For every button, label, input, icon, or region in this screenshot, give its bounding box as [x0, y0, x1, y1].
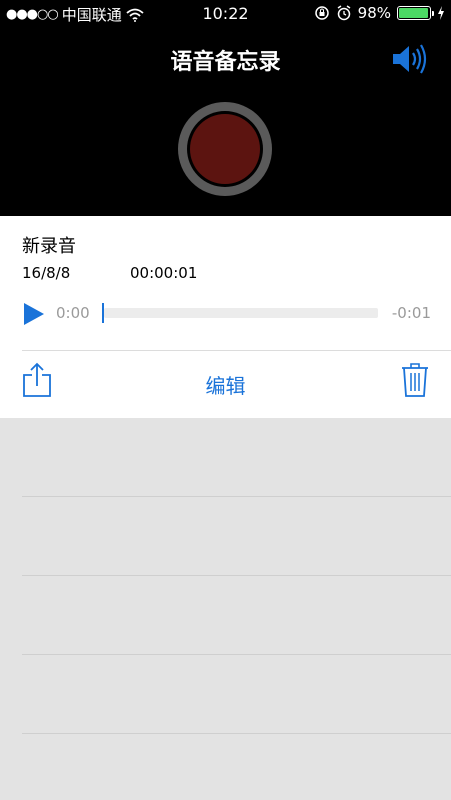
battery-cap [432, 11, 434, 16]
recording-item[interactable]: 新录音 16/8/8 00:00:01 0:00 -0:01 编辑 [0, 216, 451, 418]
list-separator [22, 575, 451, 576]
battery-percent: 98% [357, 4, 391, 22]
rotation-lock-icon [314, 6, 329, 20]
alarm-icon [337, 5, 351, 21]
record-button[interactable] [178, 102, 272, 196]
status-bar: ●●●○○ 中国联通 10:22 98% [0, 0, 451, 30]
page-title: 语音备忘录 [170, 50, 281, 75]
progress-track[interactable] [104, 308, 378, 318]
list-separator [22, 733, 451, 734]
empty-list-area [0, 418, 451, 800]
battery-icon [397, 6, 434, 20]
record-button-core [190, 114, 260, 184]
list-separator [22, 654, 451, 655]
record-button-ring [187, 111, 263, 187]
edit-button[interactable]: 编辑 [0, 370, 451, 399]
recording-date: 16/8/8 [22, 264, 71, 282]
speaker-icon[interactable] [391, 42, 429, 76]
remaining-time: -0:01 [391, 304, 431, 322]
recording-duration: 00:00:01 [130, 264, 198, 282]
trash-icon[interactable] [401, 362, 429, 398]
recording-name: 新录音 [22, 236, 76, 257]
play-icon[interactable] [22, 302, 46, 326]
progress-thumb[interactable] [102, 303, 104, 323]
divider [22, 350, 451, 351]
app-header: ●●●○○ 中国联通 10:22 98% 语音备忘录 [0, 0, 451, 216]
battery-fill [399, 8, 429, 18]
status-right: 98% [314, 4, 445, 22]
list-separator [22, 496, 451, 497]
charging-icon [438, 6, 444, 20]
elapsed-time: 0:00 [56, 304, 90, 322]
